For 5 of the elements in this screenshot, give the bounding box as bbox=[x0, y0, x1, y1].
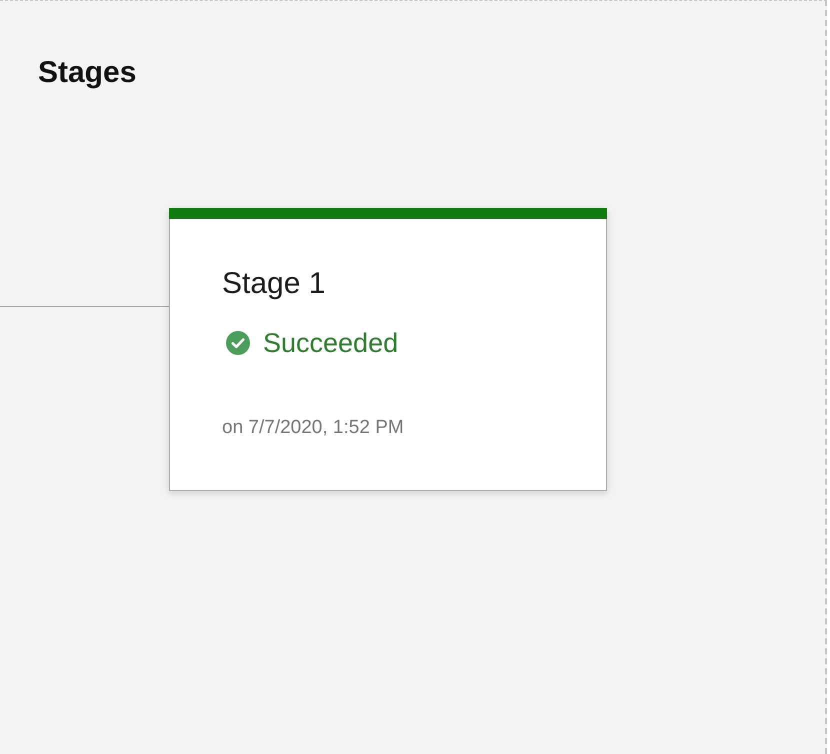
section-title: Stages bbox=[38, 55, 136, 91]
stage-card[interactable]: Stage 1 Succeeded on 7/7/2020, 1:52 PM bbox=[169, 208, 607, 491]
timestamp: on 7/7/2020, 1:52 PM bbox=[222, 416, 404, 440]
stage-name: Stage 1 bbox=[222, 266, 326, 302]
status-label: Succeeded bbox=[263, 327, 398, 359]
